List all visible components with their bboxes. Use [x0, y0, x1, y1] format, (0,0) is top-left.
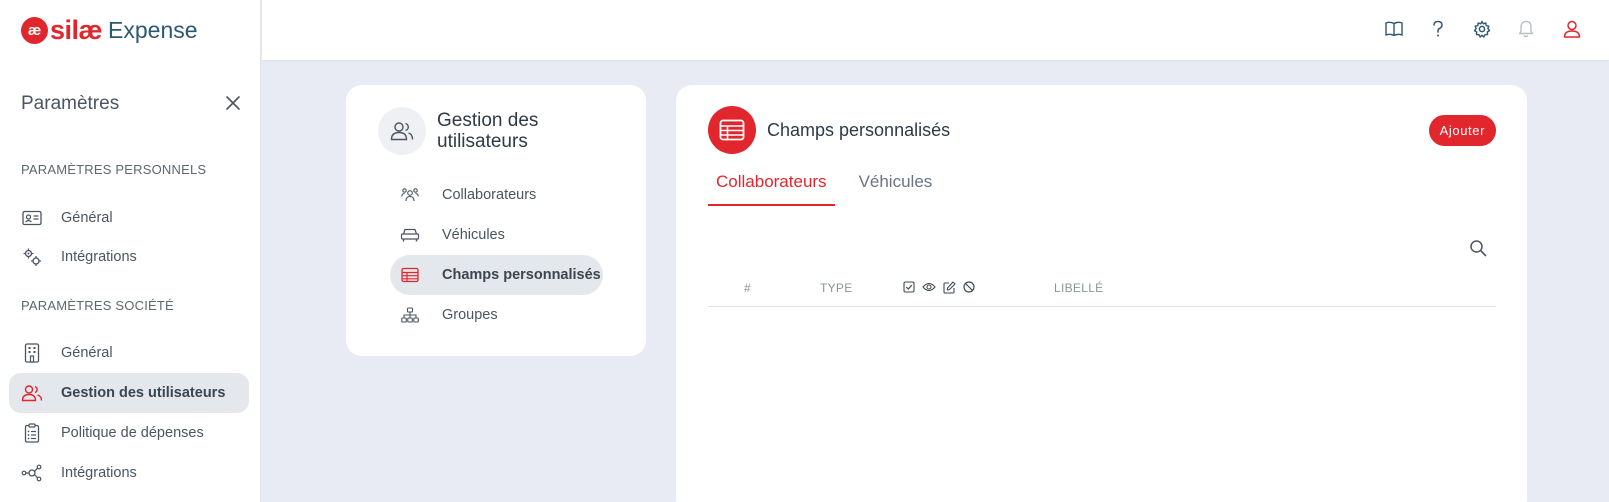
sidebar-item-user-management[interactable]: Gestion des utilisateurs: [9, 373, 249, 413]
tab-bar: Collaborateurs Véhicules: [708, 169, 956, 206]
ban-icon: [962, 280, 976, 294]
section-label-company: PARAMÈTRES SOCIÉTÉ: [21, 298, 174, 313]
sidebar-item-label: Gestion des utilisateurs: [61, 385, 226, 401]
submenu-item-collaborateurs[interactable]: Collaborateurs: [390, 175, 603, 215]
team-icon: [400, 185, 420, 205]
submenu-item-vehicules[interactable]: Véhicules: [390, 215, 603, 255]
bell-icon[interactable]: [1515, 18, 1537, 40]
submenu-card: Gestion des utilisateurs Collaborateurs …: [346, 85, 646, 356]
hierarchy-icon: [400, 305, 420, 325]
column-header-type[interactable]: TYPE: [820, 281, 853, 295]
network-icon: [21, 462, 43, 484]
column-header-label[interactable]: LIBELLÉ: [1054, 281, 1103, 295]
submenu-header: Gestion des utilisateurs: [378, 107, 597, 155]
submenu-item-groupes[interactable]: Groupes: [390, 295, 603, 335]
content-card: Champs personnalisés Ajouter Collaborate…: [676, 85, 1527, 502]
book-icon[interactable]: [1383, 18, 1405, 40]
edit-icon: [942, 280, 956, 294]
sidebar-item-label: Intégrations: [61, 465, 137, 481]
submenu-item-label: Groupes: [442, 307, 498, 323]
logo-brand: silæ: [50, 15, 103, 45]
clipboard-list-icon: [21, 422, 43, 444]
logo-mark: æ: [21, 17, 48, 44]
users-icon: [21, 382, 43, 404]
close-icon[interactable]: [224, 94, 242, 112]
settings-icon[interactable]: [1471, 18, 1493, 40]
checkbox-icon: [902, 280, 916, 294]
column-header-flags: [902, 280, 976, 294]
sidebar-item-label: Général: [61, 210, 113, 226]
content-header: Champs personnalisés: [708, 106, 950, 154]
eye-icon: [922, 280, 936, 294]
users-icon: [378, 107, 426, 155]
sidebar-item-integrations-company[interactable]: Intégrations: [9, 453, 249, 493]
table-icon: [708, 106, 756, 154]
table-header: # TYPE LIBELLÉ: [708, 271, 1496, 307]
add-button[interactable]: Ajouter: [1428, 115, 1496, 146]
sidebar-item-general-company[interactable]: Général: [9, 333, 249, 373]
submenu-title: Gestion des utilisateurs: [437, 110, 539, 152]
sidebar-item-label: Intégrations: [61, 249, 137, 265]
logo[interactable]: æ silæ Expense: [21, 15, 198, 46]
search-icon[interactable]: [1467, 237, 1489, 259]
gears-icon: [21, 246, 43, 268]
top-bar: [262, 0, 1609, 60]
sidebar-title: Paramètres: [21, 93, 120, 114]
tab-collaborateurs[interactable]: Collaborateurs: [708, 169, 835, 206]
building-icon: [21, 342, 43, 364]
help-icon[interactable]: [1427, 18, 1449, 40]
submenu-item-champs-personnalises[interactable]: Champs personnalisés: [390, 255, 603, 295]
sidebar-item-general-personal[interactable]: Général: [9, 198, 249, 238]
page-title: Champs personnalisés: [767, 119, 951, 140]
column-header-number: #: [744, 281, 751, 295]
submenu-item-label: Collaborateurs: [442, 187, 537, 203]
id-card-icon: [21, 207, 43, 229]
sidebar-item-expense-policy[interactable]: Politique de dépenses: [9, 413, 249, 453]
sidebar-item-integrations-personal[interactable]: Intégrations: [9, 237, 249, 277]
submenu-item-label: Champs personnalisés: [442, 267, 601, 283]
submenu-item-label: Véhicules: [442, 227, 505, 243]
sidebar-item-label: Général: [61, 345, 113, 361]
car-icon: [400, 225, 420, 245]
table-icon: [400, 265, 420, 285]
logo-product: Expense: [108, 17, 198, 43]
user-icon[interactable]: [1561, 18, 1583, 40]
sidebar: æ silæ Expense Paramètres PARAMÈTRES PER…: [0, 0, 261, 502]
sidebar-item-label: Politique de dépenses: [61, 425, 204, 441]
tab-vehicules[interactable]: Véhicules: [851, 169, 941, 206]
section-label-personal: PARAMÈTRES PERSONNELS: [21, 162, 207, 177]
